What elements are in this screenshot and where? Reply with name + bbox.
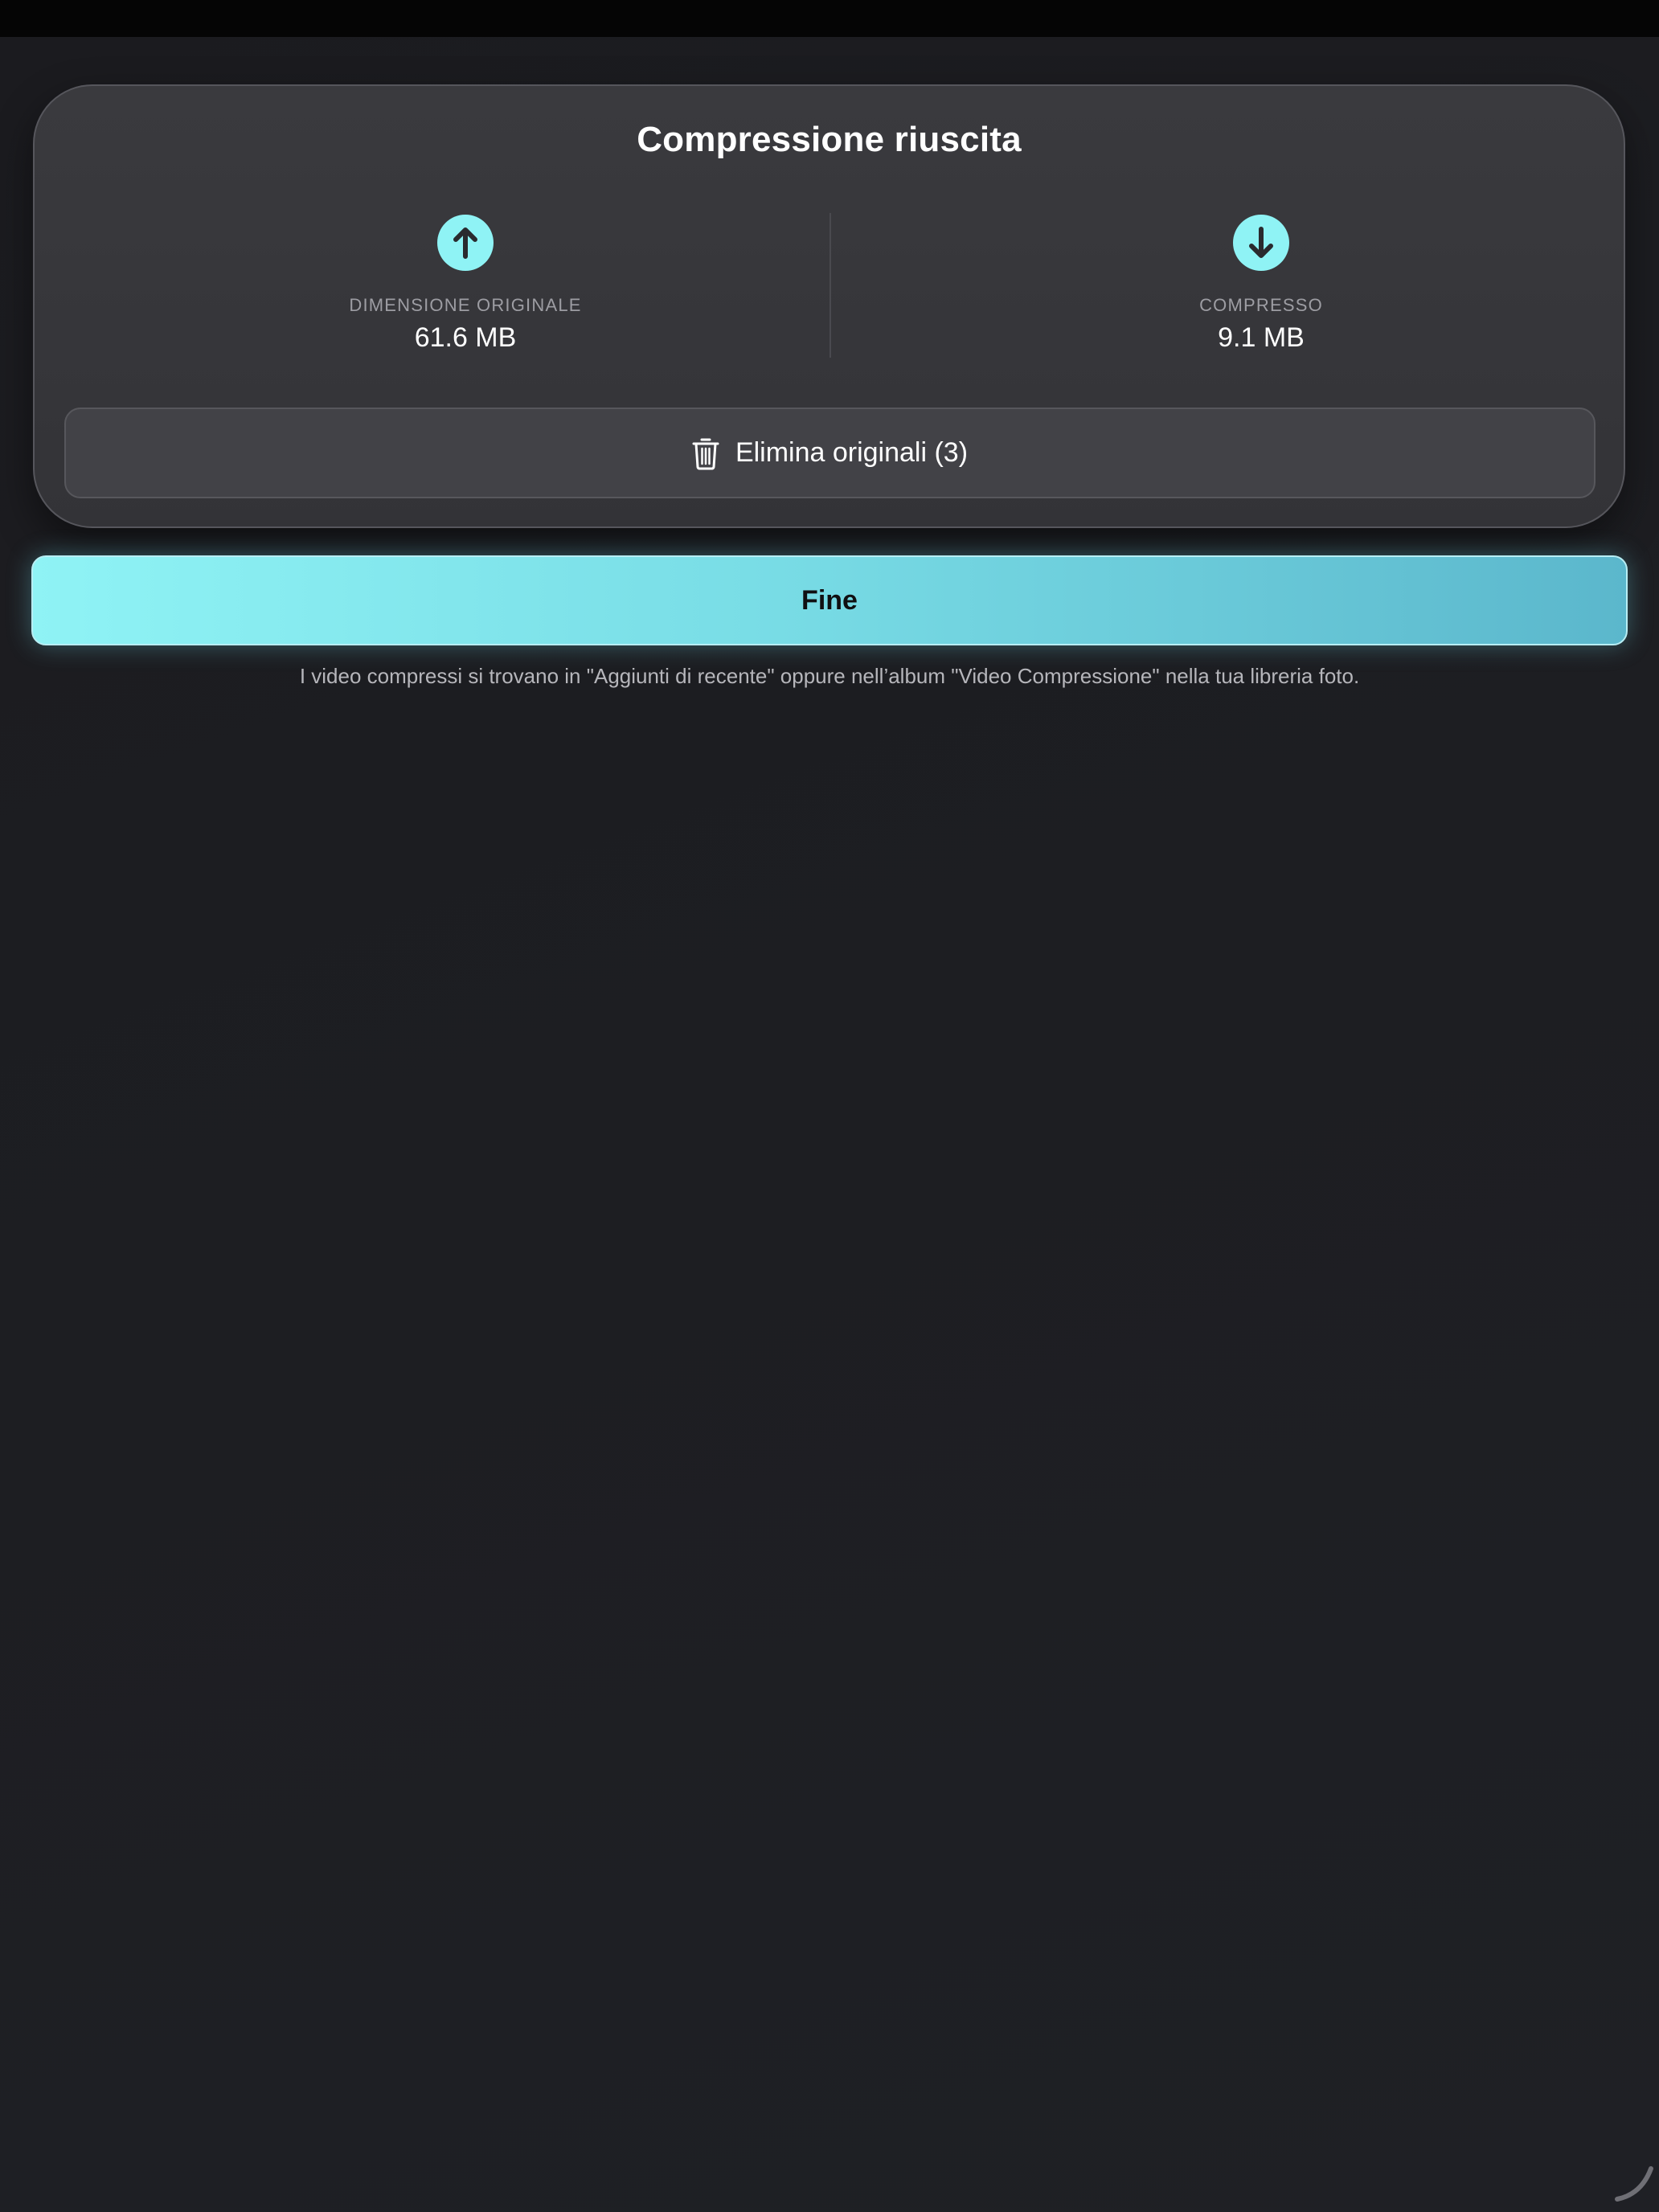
original-size-value: 61.6 MB: [414, 322, 517, 353]
done-button-label: Fine: [801, 584, 858, 616]
compression-summary-card: Compressione riuscita DIMENSIONE ORIGINA…: [33, 84, 1625, 528]
trash-icon: [692, 438, 719, 469]
compressed-size-value: 9.1 MB: [1218, 322, 1305, 353]
resize-handle-icon[interactable]: [1614, 2162, 1654, 2202]
done-button[interactable]: Fine: [31, 555, 1628, 645]
card-title: Compressione riuscita: [637, 120, 1022, 159]
arrow-up-circle-icon: [437, 215, 494, 271]
stat-divider: [830, 213, 831, 358]
compressed-size-label: COMPRESSO: [1199, 295, 1323, 315]
original-size-label: DIMENSIONE ORIGINALE: [349, 295, 582, 315]
delete-originals-button[interactable]: Elimina originali (3): [64, 408, 1596, 498]
original-size-stat: DIMENSIONE ORIGINALE 61.6 MB: [224, 215, 707, 354]
status-bar: [0, 0, 1659, 37]
delete-originals-label: Elimina originali (3): [735, 437, 969, 468]
compressed-size-stat: COMPRESSO 9.1 MB: [1020, 215, 1502, 354]
arrow-down-circle-icon: [1233, 215, 1289, 271]
compressed-location-note: I video compressi si trovano in "Aggiunt…: [299, 664, 1360, 688]
